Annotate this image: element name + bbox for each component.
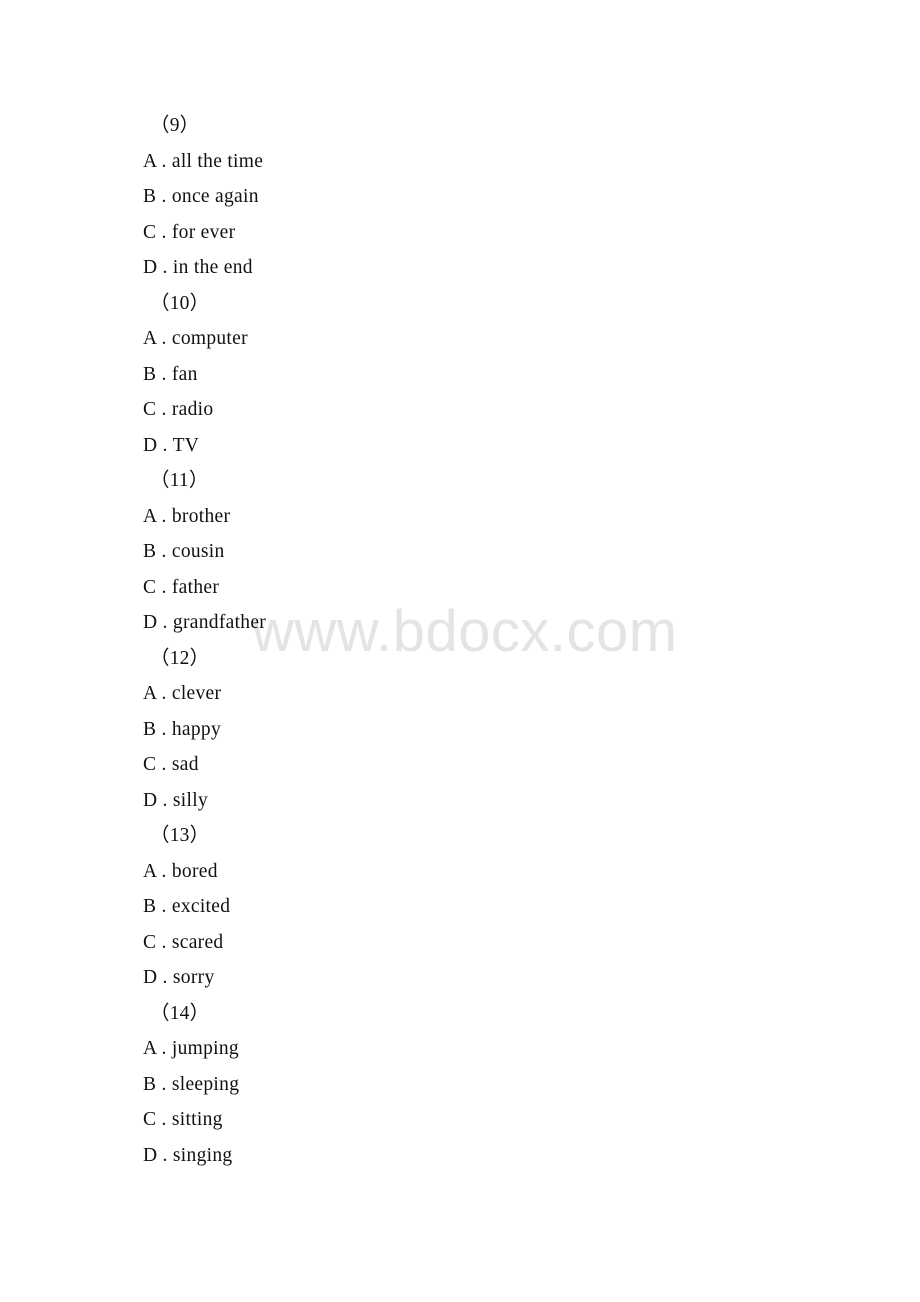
option-text: fan	[171, 363, 198, 385]
answer-option[interactable]: A . computer	[0, 321, 920, 357]
answer-option[interactable]: B . cousin	[0, 534, 920, 570]
answer-option[interactable]: D . silly	[0, 783, 920, 819]
answer-option[interactable]: C . sad	[0, 747, 920, 783]
option-text: in the end	[172, 257, 253, 278]
option-text: brother	[171, 505, 231, 527]
answer-option[interactable]: B . fan	[0, 357, 920, 393]
option-marker: A .	[143, 683, 167, 704]
option-text: all the time	[171, 150, 264, 172]
option-text: for ever	[171, 221, 236, 243]
answer-option[interactable]: C . father	[0, 570, 920, 606]
option-marker: A .	[143, 505, 167, 527]
option-marker: D .	[143, 257, 168, 278]
option-marker: C .	[143, 221, 167, 243]
option-text: clever	[171, 683, 222, 704]
option-marker: B .	[143, 896, 167, 917]
option-marker: C .	[143, 931, 167, 953]
option-marker: C .	[143, 1109, 167, 1130]
answer-option[interactable]: A . clever	[0, 676, 920, 712]
option-text: sitting	[171, 1109, 223, 1130]
document-page: www.bdocx.com （9） A . all the time B . onc…	[0, 0, 920, 1302]
option-marker: D .	[143, 434, 168, 456]
answer-option[interactable]: B . once again	[0, 179, 920, 215]
question-number: （11）	[150, 470, 209, 491]
answer-option[interactable]: C . for ever	[0, 215, 920, 251]
question-number: （14）	[150, 1002, 210, 1024]
option-text: radio	[171, 399, 214, 420]
option-marker: B .	[143, 186, 167, 207]
option-text: bored	[171, 860, 218, 882]
answer-option[interactable]: D . singing	[0, 1138, 920, 1174]
option-text: father	[171, 576, 220, 598]
question-number: （9）	[150, 115, 200, 136]
answer-option[interactable]: C . sitting	[0, 1102, 920, 1138]
option-text: scared	[171, 931, 224, 953]
question-block: （13） A . bored B . excited C . scared D . so…	[0, 818, 920, 996]
question-number: （12）	[150, 647, 210, 669]
answer-option[interactable]: D . TV	[0, 428, 920, 464]
option-marker: C .	[143, 399, 167, 420]
option-marker: C .	[143, 576, 167, 598]
option-text: jumping	[171, 1038, 239, 1059]
answer-option[interactable]: A . brother	[0, 499, 920, 535]
option-text: singing	[172, 1144, 233, 1166]
answer-option[interactable]: D . grandfather	[0, 605, 920, 641]
option-marker: D .	[143, 967, 168, 988]
question-number: （13）	[150, 825, 210, 846]
option-marker: D .	[143, 789, 168, 811]
question-block: （12） A . clever B . happy C . sad D . silly	[0, 641, 920, 819]
answer-option[interactable]: A . jumping	[0, 1031, 920, 1067]
option-marker: A .	[143, 860, 167, 882]
option-text: sorry	[172, 967, 215, 988]
answer-option[interactable]: D . in the end	[0, 250, 920, 286]
option-text: computer	[171, 328, 248, 349]
answer-option[interactable]: B . sleeping	[0, 1067, 920, 1103]
question-number: （10）	[150, 292, 210, 314]
option-marker: B .	[143, 363, 167, 385]
option-text: excited	[171, 896, 231, 917]
option-marker: C .	[143, 754, 167, 775]
question-list: （9） A . all the time B . once again C . for…	[0, 0, 920, 1173]
option-marker: A .	[143, 328, 167, 349]
option-text: sad	[171, 754, 199, 775]
option-marker: A .	[143, 150, 167, 172]
answer-option[interactable]: A . all the time	[0, 144, 920, 180]
question-block: （14） A . jumping B . sleeping C . sitting D …	[0, 996, 920, 1174]
option-marker: B .	[143, 718, 167, 740]
option-text: once again	[171, 186, 259, 207]
option-text: cousin	[171, 541, 225, 562]
answer-option[interactable]: C . radio	[0, 392, 920, 428]
question-block: （10） A . computer B . fan C . radio D . TV	[0, 286, 920, 464]
answer-option[interactable]: A . bored	[0, 854, 920, 890]
answer-option[interactable]: B . happy	[0, 712, 920, 748]
option-marker: D .	[143, 1144, 168, 1166]
option-marker: B .	[143, 1073, 167, 1095]
option-text: grandfather	[172, 612, 267, 633]
question-block: （11） A . brother B . cousin C . father D . g…	[0, 463, 920, 641]
answer-option[interactable]: B . excited	[0, 889, 920, 925]
option-marker: B .	[143, 541, 167, 562]
option-text: TV	[172, 434, 200, 456]
question-block: （9） A . all the time B . once again C . for…	[0, 108, 920, 286]
option-marker: D .	[143, 612, 168, 633]
option-marker: A .	[143, 1038, 167, 1059]
option-text: happy	[171, 718, 222, 740]
answer-option[interactable]: C . scared	[0, 925, 920, 961]
answer-option[interactable]: D . sorry	[0, 960, 920, 996]
option-text: sleeping	[171, 1073, 240, 1095]
option-text: silly	[172, 789, 209, 811]
